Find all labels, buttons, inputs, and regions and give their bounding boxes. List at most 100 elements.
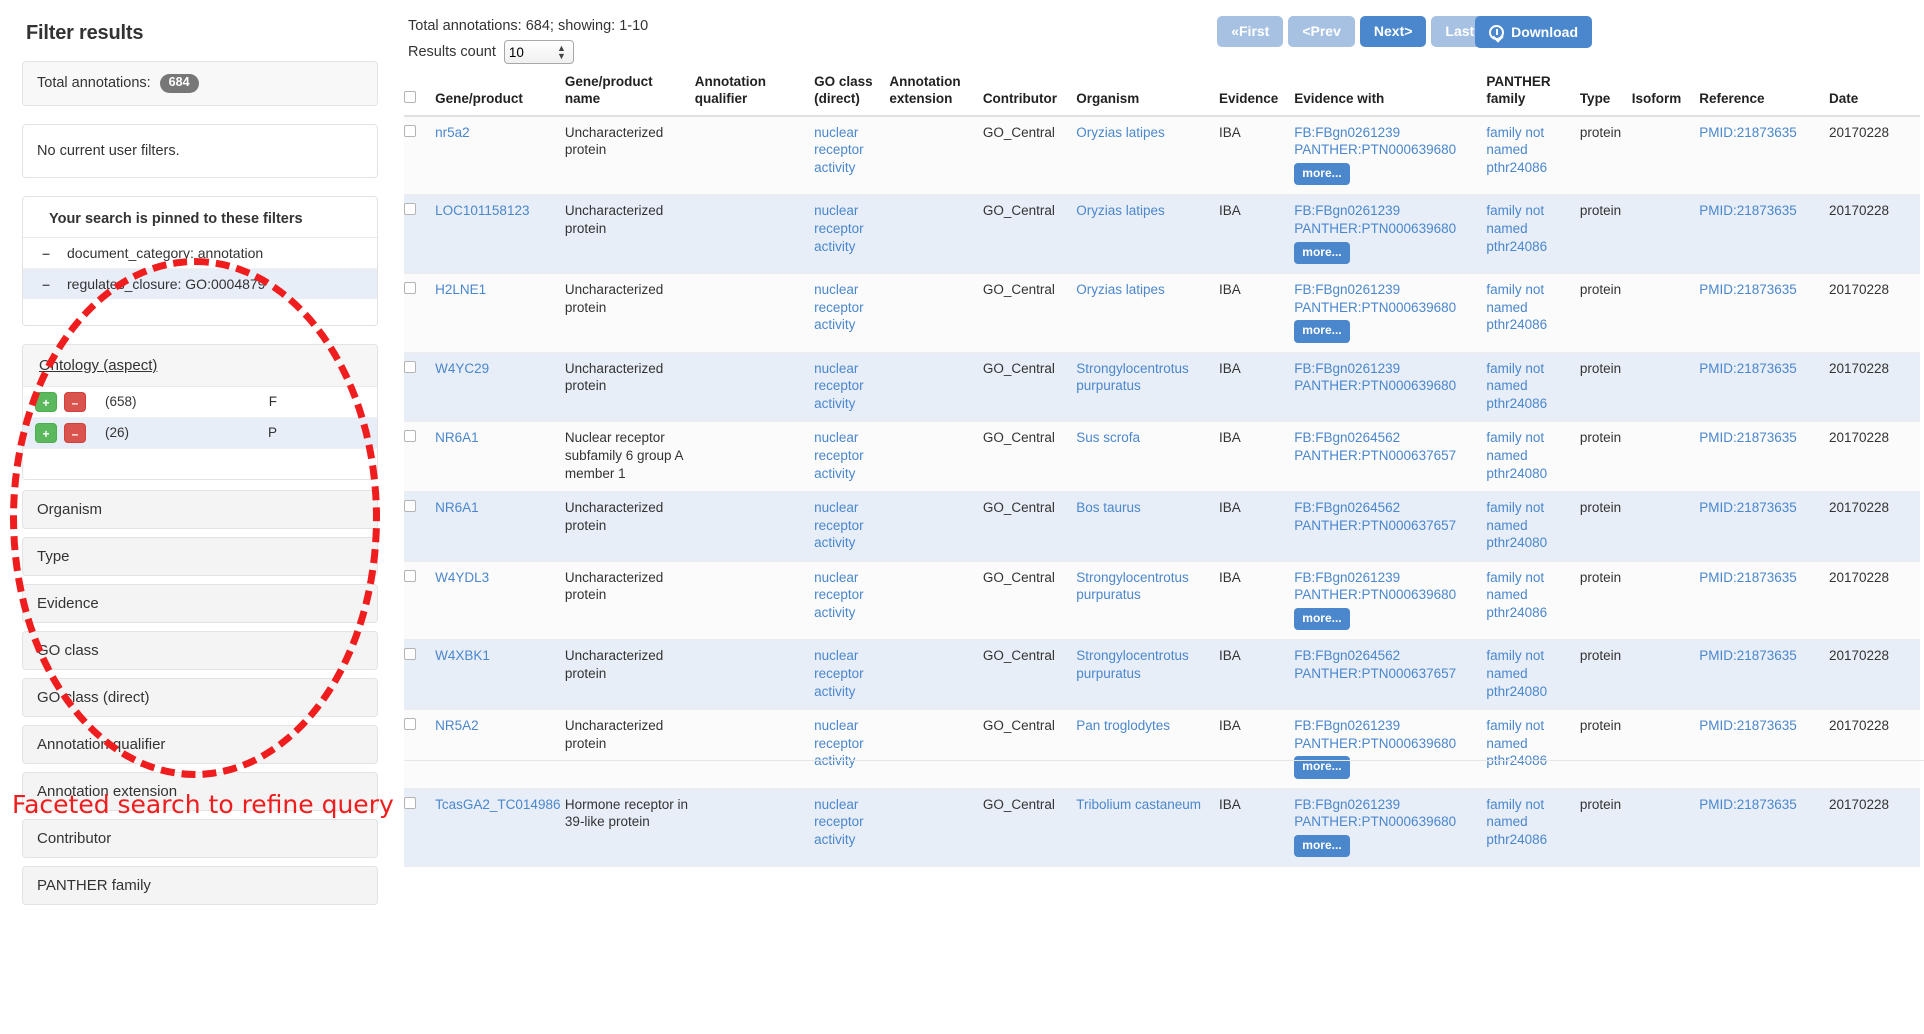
row-select-checkbox[interactable] bbox=[404, 718, 416, 730]
facet-row[interactable]: +–(26)P bbox=[23, 418, 377, 449]
go-class-link[interactable]: nuclear receptor activity bbox=[814, 500, 864, 550]
cell-reference[interactable]: PMID:21873635 bbox=[1699, 274, 1829, 353]
reference-link[interactable]: PMID:21873635 bbox=[1699, 718, 1797, 733]
cell-reference[interactable]: PMID:21873635 bbox=[1699, 561, 1829, 640]
cell-panther-family[interactable]: family not named pthr24086 bbox=[1486, 352, 1579, 422]
evidence-with-link[interactable]: FB:FBgn0261239 bbox=[1294, 718, 1400, 733]
remove-pin-icon[interactable]: – bbox=[41, 245, 51, 261]
table-row[interactable]: H2LNE1Uncharacterized proteinnuclear rec… bbox=[404, 274, 1920, 353]
organism-link[interactable]: Oryzias latipes bbox=[1076, 125, 1165, 140]
row-select-checkbox-cell[interactable] bbox=[404, 274, 435, 353]
cell-organism[interactable]: Oryzias latipes bbox=[1076, 116, 1219, 195]
facet-go-class-direct[interactable]: GO class (direct) bbox=[22, 678, 378, 717]
cell-panther-family[interactable]: family not named pthr24086 bbox=[1486, 274, 1579, 353]
cell-panther-family[interactable]: family not named pthr24080 bbox=[1486, 640, 1579, 710]
cell-evidence-with[interactable]: FB:FBgn0264562PANTHER:PTN000637657 bbox=[1294, 422, 1486, 492]
cell-evidence-with[interactable]: FB:FBgn0261239PANTHER:PTN000639680more..… bbox=[1294, 788, 1486, 867]
row-select-checkbox-cell[interactable] bbox=[404, 352, 435, 422]
reference-link[interactable]: PMID:21873635 bbox=[1699, 797, 1797, 812]
gene-product-link[interactable]: W4YC29 bbox=[435, 361, 489, 376]
facet-type[interactable]: Type bbox=[22, 537, 378, 576]
facet-include-button[interactable]: + bbox=[35, 392, 57, 412]
panther-family-link[interactable]: family not named pthr24080 bbox=[1486, 500, 1547, 550]
cell-go-class-direct[interactable]: nuclear receptor activity bbox=[814, 274, 889, 353]
evidence-more-button[interactable]: more... bbox=[1294, 608, 1349, 631]
gene-product-link[interactable]: H2LNE1 bbox=[435, 282, 486, 297]
evidence-with-link[interactable]: PANTHER:PTN000639680 bbox=[1294, 814, 1456, 829]
evidence-with-link[interactable]: FB:FBgn0261239 bbox=[1294, 282, 1400, 297]
facet-exclude-button[interactable]: – bbox=[64, 392, 86, 412]
cell-gene-product[interactable]: NR6A1 bbox=[435, 492, 565, 562]
cell-gene-product[interactable]: TcasGA2_TC014986 bbox=[435, 788, 565, 867]
go-class-link[interactable]: nuclear receptor activity bbox=[814, 430, 864, 480]
table-row[interactable]: W4YC29Uncharacterized proteinnuclear rec… bbox=[404, 352, 1920, 422]
cell-evidence-with[interactable]: FB:FBgn0261239PANTHER:PTN000639680 bbox=[1294, 352, 1486, 422]
cell-go-class-direct[interactable]: nuclear receptor activity bbox=[814, 195, 889, 274]
facet-exclude-button[interactable]: – bbox=[64, 423, 86, 443]
table-row[interactable]: NR6A1Uncharacterized proteinnuclear rece… bbox=[404, 492, 1920, 562]
cell-organism[interactable]: Oryzias latipes bbox=[1076, 195, 1219, 274]
cell-reference[interactable]: PMID:21873635 bbox=[1699, 710, 1829, 789]
cell-reference[interactable]: PMID:21873635 bbox=[1699, 492, 1829, 562]
pinned-filter-item[interactable]: –document_category: annotation bbox=[23, 238, 377, 269]
reference-link[interactable]: PMID:21873635 bbox=[1699, 282, 1797, 297]
evidence-with-link[interactable]: PANTHER:PTN000637657 bbox=[1294, 448, 1456, 463]
evidence-with-link[interactable]: PANTHER:PTN000637657 bbox=[1294, 666, 1456, 681]
col-contributor[interactable]: Contributor bbox=[983, 70, 1076, 116]
row-select-checkbox[interactable] bbox=[404, 361, 416, 373]
go-class-link[interactable]: nuclear receptor activity bbox=[814, 361, 864, 411]
cell-go-class-direct[interactable]: nuclear receptor activity bbox=[814, 788, 889, 867]
results-count-select[interactable]: 102550100 bbox=[504, 40, 574, 64]
reference-link[interactable]: PMID:21873635 bbox=[1699, 500, 1797, 515]
select-all-checkbox[interactable] bbox=[404, 91, 416, 103]
table-row[interactable]: NR6A1Nuclear receptor subfamily 6 group … bbox=[404, 422, 1920, 492]
go-class-link[interactable]: nuclear receptor activity bbox=[814, 203, 864, 253]
reference-link[interactable]: PMID:21873635 bbox=[1699, 361, 1797, 376]
evidence-with-link[interactable]: PANTHER:PTN000637657 bbox=[1294, 518, 1456, 533]
facet-row[interactable]: +–(658)F bbox=[23, 387, 377, 418]
col-isoform[interactable]: Isoform bbox=[1632, 70, 1699, 116]
pinned-filter-item[interactable]: –regulates_closure: GO:0004879 bbox=[23, 269, 377, 299]
cell-panther-family[interactable]: family not named pthr24086 bbox=[1486, 710, 1579, 789]
table-row[interactable]: LOC101158123Uncharacterized proteinnucle… bbox=[404, 195, 1920, 274]
evidence-with-link[interactable]: FB:FBgn0261239 bbox=[1294, 125, 1400, 140]
cell-gene-product[interactable]: W4YDL3 bbox=[435, 561, 565, 640]
col-reference[interactable]: Reference bbox=[1699, 70, 1829, 116]
gene-product-link[interactable]: NR6A1 bbox=[435, 430, 479, 445]
remove-pin-icon[interactable]: – bbox=[41, 276, 51, 292]
cell-evidence-with[interactable]: FB:FBgn0261239PANTHER:PTN000639680more..… bbox=[1294, 274, 1486, 353]
reference-link[interactable]: PMID:21873635 bbox=[1699, 570, 1797, 585]
col-organism[interactable]: Organism bbox=[1076, 70, 1219, 116]
reference-link[interactable]: PMID:21873635 bbox=[1699, 430, 1797, 445]
go-class-link[interactable]: nuclear receptor activity bbox=[814, 570, 864, 620]
panther-family-link[interactable]: family not named pthr24080 bbox=[1486, 430, 1547, 480]
cell-go-class-direct[interactable]: nuclear receptor activity bbox=[814, 710, 889, 789]
evidence-with-link[interactable]: PANTHER:PTN000639680 bbox=[1294, 736, 1456, 751]
organism-link[interactable]: Pan troglodytes bbox=[1076, 718, 1170, 733]
cell-organism[interactable]: Bos taurus bbox=[1076, 492, 1219, 562]
evidence-more-button[interactable]: more... bbox=[1294, 242, 1349, 265]
row-select-checkbox[interactable] bbox=[404, 430, 416, 442]
facet-contributor[interactable]: Contributor bbox=[22, 819, 378, 858]
cell-go-class-direct[interactable]: nuclear receptor activity bbox=[814, 561, 889, 640]
row-select-checkbox[interactable] bbox=[404, 203, 416, 215]
cell-panther-family[interactable]: family not named pthr24086 bbox=[1486, 788, 1579, 867]
row-select-checkbox-cell[interactable] bbox=[404, 561, 435, 640]
table-row[interactable]: W4XBK1Uncharacterized proteinnuclear rec… bbox=[404, 640, 1920, 710]
facet-panther-family[interactable]: PANTHER family bbox=[22, 866, 378, 905]
panther-family-link[interactable]: family not named pthr24086 bbox=[1486, 203, 1547, 253]
cell-organism[interactable]: Oryzias latipes bbox=[1076, 274, 1219, 353]
cell-evidence-with[interactable]: FB:FBgn0264562PANTHER:PTN000637657 bbox=[1294, 492, 1486, 562]
reference-link[interactable]: PMID:21873635 bbox=[1699, 648, 1797, 663]
cell-reference[interactable]: PMID:21873635 bbox=[1699, 352, 1829, 422]
evidence-with-link[interactable]: PANTHER:PTN000639680 bbox=[1294, 142, 1456, 157]
pager-button-next[interactable]: Next> bbox=[1360, 16, 1427, 47]
cell-panther-family[interactable]: family not named pthr24086 bbox=[1486, 195, 1579, 274]
cell-reference[interactable]: PMID:21873635 bbox=[1699, 116, 1829, 195]
cell-organism[interactable]: Strongylocentrotus purpuratus bbox=[1076, 561, 1219, 640]
go-class-link[interactable]: nuclear receptor activity bbox=[814, 648, 864, 698]
facet-annotation-qualifier[interactable]: Annotation qualifier bbox=[22, 725, 378, 764]
table-row[interactable]: nr5a2Uncharacterized proteinnuclear rece… bbox=[404, 116, 1920, 195]
pager-button-prev[interactable]: <Prev bbox=[1288, 16, 1355, 47]
go-class-link[interactable]: nuclear receptor activity bbox=[814, 282, 864, 332]
